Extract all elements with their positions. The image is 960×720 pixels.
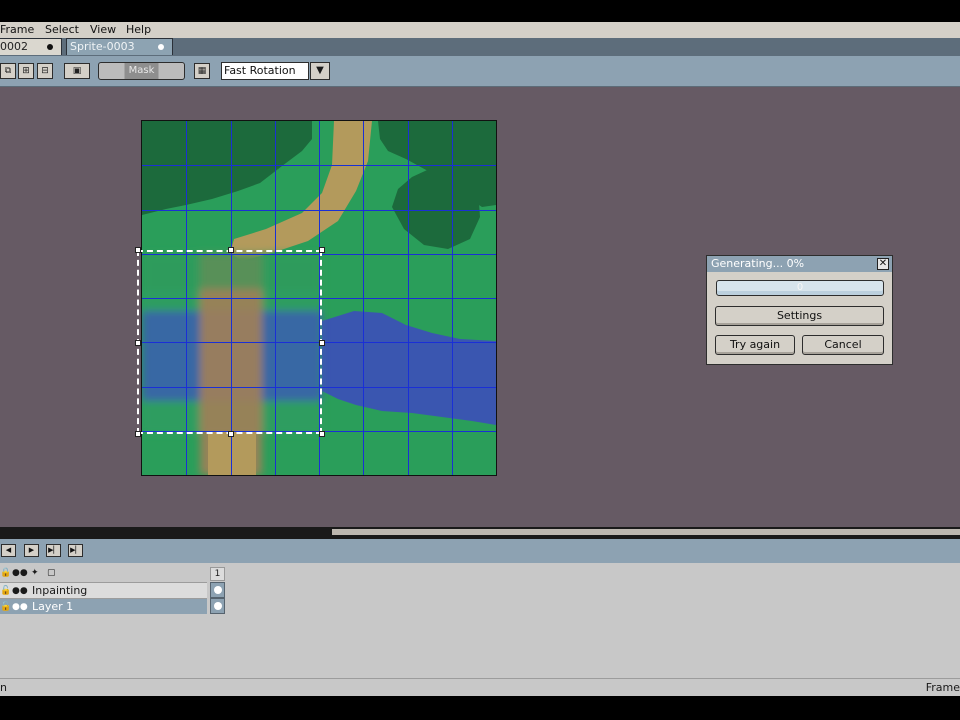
lock-icon[interactable]: 🔓 (0, 586, 11, 596)
visibility-icon[interactable]: ●● (12, 568, 28, 578)
scrollbar-thumb[interactable] (332, 529, 960, 535)
frame-number[interactable]: 1 (210, 567, 225, 581)
horizontal-scrollbar[interactable] (0, 527, 960, 539)
last-frame-icon[interactable]: ▶▏ (68, 544, 83, 557)
selection-handle[interactable] (319, 340, 325, 346)
selection-handle[interactable] (135, 340, 141, 346)
selection-handle[interactable] (135, 247, 141, 253)
menu-view[interactable]: View (90, 23, 116, 36)
selection-handle[interactable] (228, 431, 234, 437)
cel-layer-1[interactable] (210, 598, 225, 614)
continuous-icon[interactable]: ▢ (47, 568, 56, 578)
next-frame-icon[interactable]: ▶▏ (46, 544, 61, 557)
chevron-down-icon[interactable]: ▼ (310, 62, 330, 80)
pivot-icon[interactable]: ▦ (194, 63, 210, 79)
tab-label: 0002 (0, 40, 28, 53)
progress-text: 0 (796, 282, 804, 293)
selection-handle[interactable] (319, 247, 325, 253)
menu-help[interactable]: Help (126, 23, 151, 36)
selection-marquee[interactable] (137, 250, 322, 434)
replace-selection-icon[interactable]: ⧉ (0, 63, 16, 79)
tab-bar: 0002 Sprite-0003 (0, 38, 960, 56)
status-bar: n Frame (0, 678, 960, 696)
layers-panel: 🔒 ●● ✦ ▢ 1 🔓 ●● Inpainting 🔓 ●● Layer 1 (0, 563, 960, 678)
layer-name: Layer 1 (32, 600, 74, 613)
cel-inpainting[interactable] (210, 582, 225, 598)
visibility-icon[interactable]: ●● (12, 602, 28, 612)
subtract-selection-icon[interactable]: ⊟ (37, 63, 53, 79)
cel-dot-icon (214, 602, 222, 610)
link-icon[interactable]: ✦ (31, 568, 39, 578)
selection-handle[interactable] (135, 431, 141, 437)
dialog-title[interactable]: Generating... 0% (707, 256, 892, 272)
rotation-algorithm-select[interactable]: Fast Rotation (221, 62, 309, 80)
lock-icon[interactable]: 🔓 (0, 602, 11, 612)
dialog-title-text: Generating... 0% (711, 257, 805, 270)
tab-sprite-0002[interactable]: 0002 (0, 38, 62, 55)
cel-dot-icon (214, 586, 222, 594)
visibility-icon[interactable]: ●● (12, 586, 28, 596)
layer-row-layer-1[interactable]: 🔓 ●● Layer 1 (0, 598, 207, 614)
tab-label: Sprite-0003 (70, 40, 135, 53)
timeline-controls: ◀ ▶ ▶▏ ▶▏ (0, 539, 960, 563)
modified-dot-icon (47, 44, 53, 50)
modified-dot-icon (158, 44, 164, 50)
try-again-button[interactable]: Try again (715, 335, 795, 355)
cancel-button[interactable]: Cancel (802, 335, 884, 355)
menu-bar: Frame Select View Help (0, 22, 960, 38)
settings-button[interactable]: Settings (715, 306, 884, 326)
menu-select[interactable]: Select (45, 23, 79, 36)
layer-name: Inpainting (32, 584, 88, 597)
workspace[interactable]: Generating... 0% ✕ 0 Settings Try again … (0, 87, 960, 527)
generating-dialog: Generating... 0% ✕ 0 Settings Try again … (706, 255, 893, 365)
transparent-color-icon[interactable]: ▣ (64, 63, 90, 79)
first-frame-icon[interactable]: ◀ (1, 544, 16, 557)
mask-button[interactable]: Mask (98, 62, 185, 80)
selection-handle[interactable] (228, 247, 234, 253)
layer-row-inpainting[interactable]: 🔓 ●● Inpainting (0, 582, 207, 598)
context-toolbar: ⧉ ⊞ ⊟ ▣ Mask ▦ Fast Rotation ▼ (0, 56, 960, 87)
status-text: n (0, 681, 7, 694)
tab-sprite-0003[interactable]: Sprite-0003 (66, 38, 173, 55)
frame-label[interactable]: Frame (926, 681, 960, 694)
play-icon[interactable]: ▶ (24, 544, 39, 557)
progress-bar: 0 (716, 280, 884, 296)
lock-icon[interactable]: 🔒 (0, 568, 11, 578)
menu-frame[interactable]: Frame (0, 23, 34, 36)
selection-handle[interactable] (319, 431, 325, 437)
layers-header: 🔒 ●● ✦ ▢ (0, 565, 207, 581)
close-icon[interactable]: ✕ (877, 258, 889, 270)
add-selection-icon[interactable]: ⊞ (18, 63, 34, 79)
